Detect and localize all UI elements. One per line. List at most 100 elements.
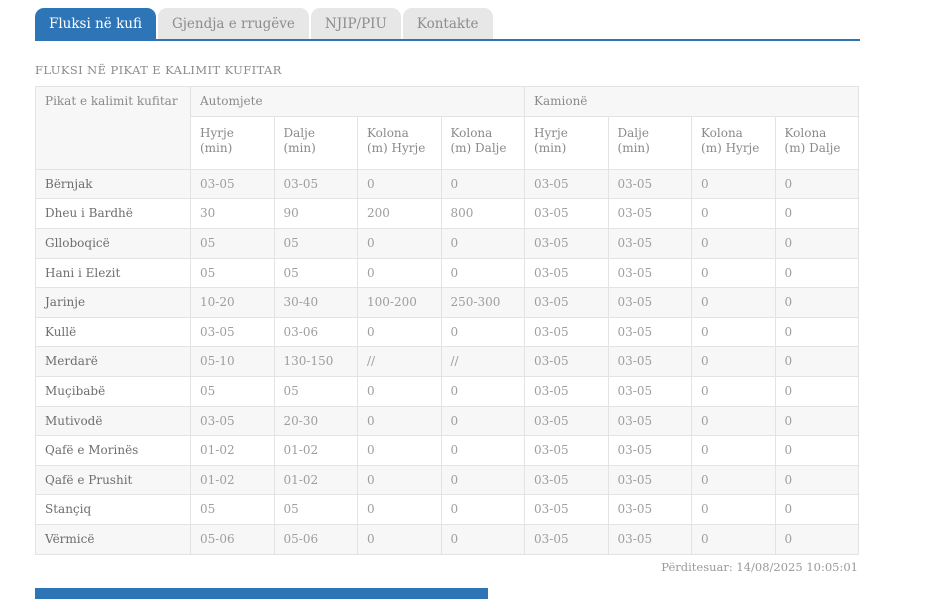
value-cell: 05 (273, 257, 358, 289)
value-cell: 0 (357, 435, 442, 466)
value-cell: 05-06 (273, 523, 358, 555)
table-header: Pikat e kalimit kufitar Automjete Kamion… (35, 86, 860, 170)
value-cell: 0 (357, 168, 442, 200)
value-cell: 0 (691, 405, 776, 437)
value-cell: 05 (190, 375, 275, 407)
group-header-kamione: Kamionë (524, 86, 860, 117)
value-cell: 01-02 (273, 464, 358, 496)
table-row: Qafë e Morinës 01-02 01-02 0 0 03-05 03-05 0 0 (35, 435, 860, 466)
value-cell: 03-05 (524, 464, 609, 496)
table-row: Dheu i Bardhë 30 90 200 800 03-05 03-05 0 0 (35, 198, 860, 229)
value-cell: 01-02 (190, 435, 275, 466)
table-row: Bërnjak 03-05 03-05 0 0 03-05 03-05 0 0 (35, 168, 860, 200)
crossing-name-cell: Mutivodë (35, 405, 191, 437)
value-cell: 0 (691, 168, 776, 200)
value-cell: 03-05 (607, 316, 693, 348)
value-cell: 0 (691, 346, 776, 377)
value-cell: 0 (774, 346, 860, 377)
value-cell: 03-05 (524, 375, 609, 407)
value-cell: // (440, 346, 526, 377)
value-cell: 03-05 (524, 257, 609, 289)
value-cell: 0 (691, 287, 776, 318)
value-cell: 01-02 (190, 464, 275, 496)
value-cell: 0 (774, 257, 860, 289)
value-cell: 05 (190, 227, 275, 259)
value-cell: 0 (357, 523, 442, 555)
value-cell: 0 (774, 405, 860, 437)
value-cell: 0 (774, 287, 860, 318)
value-cell: 0 (774, 227, 860, 259)
table-row: Jarinje 10-20 30-40 100-200 250-300 03-05 03-0… (35, 287, 860, 318)
value-cell: 03-05 (607, 435, 693, 466)
col-header-kolona-hyrje: Kolona (m) Hyrje (357, 115, 442, 170)
value-cell: 03-05 (607, 168, 693, 200)
crossing-name-cell: Hani i Elezit (35, 257, 191, 289)
value-cell: 05 (273, 494, 358, 525)
value-cell: 03-05 (524, 346, 609, 377)
crossing-name-cell: Dheu i Bardhë (35, 198, 191, 229)
tab-gjendja-e-rrugeve[interactable]: Gjendja e rrugëve (157, 8, 309, 39)
value-cell: 0 (440, 257, 526, 289)
crossing-name-cell: Kullë (35, 316, 191, 348)
crossing-name-cell: Jarinje (35, 287, 191, 318)
value-cell: 03-05 (607, 346, 693, 377)
value-cell: 05 (190, 257, 275, 289)
value-cell: 0 (357, 257, 442, 289)
value-cell: 0 (357, 375, 442, 407)
value-cell: // (357, 346, 442, 377)
value-cell: 05-10 (190, 346, 275, 377)
value-cell: 130-150 (273, 346, 358, 377)
value-cell: 03-05 (607, 257, 693, 289)
crossing-name-cell: Stançiq (35, 494, 191, 525)
tab-njip-piu[interactable]: NJIP/PIU (310, 8, 401, 39)
crossing-name-cell: Bërnjak (35, 168, 191, 200)
value-cell: 05 (273, 227, 358, 259)
value-cell: 10-20 (190, 287, 275, 318)
value-cell: 0 (774, 198, 860, 229)
value-cell: 0 (440, 227, 526, 259)
value-cell: 200 (357, 198, 442, 229)
col-header-hyrje-min: Hyrje (min) (190, 115, 275, 170)
bottom-accent-bar (35, 588, 488, 599)
value-cell: 0 (440, 316, 526, 348)
col-header-hyrje-min: Hyrje (min) (524, 115, 609, 170)
tab-kontakte[interactable]: Kontakte (402, 8, 493, 39)
value-cell: 0 (440, 494, 526, 525)
value-cell: 0 (691, 198, 776, 229)
value-cell: 03-05 (607, 227, 693, 259)
value-cell: 0 (440, 375, 526, 407)
value-cell: 03-05 (607, 464, 693, 496)
border-crossings-table: Pikat e kalimit kufitar Automjete Kamion… (35, 86, 860, 555)
table-row: Glloboqicë 05 05 0 0 03-05 03-05 0 0 (35, 227, 860, 259)
value-cell: 0 (691, 435, 776, 466)
col-header-dalje-min: Dalje (min) (607, 115, 693, 170)
value-cell: 0 (774, 168, 860, 200)
value-cell: 0 (691, 316, 776, 348)
value-cell: 0 (440, 464, 526, 496)
crossing-name-cell: Glloboqicë (35, 227, 191, 259)
value-cell: 03-05 (607, 405, 693, 437)
table-row: Vërmicë 05-06 05-06 0 0 03-05 03-05 0 0 (35, 523, 860, 555)
value-cell: 01-02 (273, 435, 358, 466)
value-cell: 0 (691, 523, 776, 555)
value-cell: 0 (774, 316, 860, 348)
value-cell: 0 (774, 523, 860, 555)
col-header-crossing-points: Pikat e kalimit kufitar (35, 86, 191, 170)
value-cell: 03-05 (524, 405, 609, 437)
value-cell: 0 (691, 227, 776, 259)
crossing-name-cell: Vërmicë (35, 523, 191, 555)
col-header-dalje-min: Dalje (min) (273, 115, 358, 170)
table-row: Merdarë 05-10 130-150////03-05 03-05 0 0 (35, 346, 860, 377)
value-cell: 0 (774, 494, 860, 525)
value-cell: 0 (774, 464, 860, 496)
value-cell: 0 (774, 375, 860, 407)
crossing-name-cell: Qafë e Prushit (35, 464, 191, 496)
table-row: Muçibabë 05 05 0 0 03-05 03-05 0 0 (35, 375, 860, 407)
value-cell: 03-05 (607, 375, 693, 407)
widget-container: Fluksi në kufi Gjendja e rrugëve NJIP/PI… (35, 0, 860, 574)
value-cell: 03-05 (190, 168, 275, 200)
tab-fluksi-ne-kufi[interactable]: Fluksi në kufi (35, 8, 156, 39)
value-cell: 0 (440, 523, 526, 555)
value-cell: 0 (440, 435, 526, 466)
value-cell: 03-05 (190, 405, 275, 437)
